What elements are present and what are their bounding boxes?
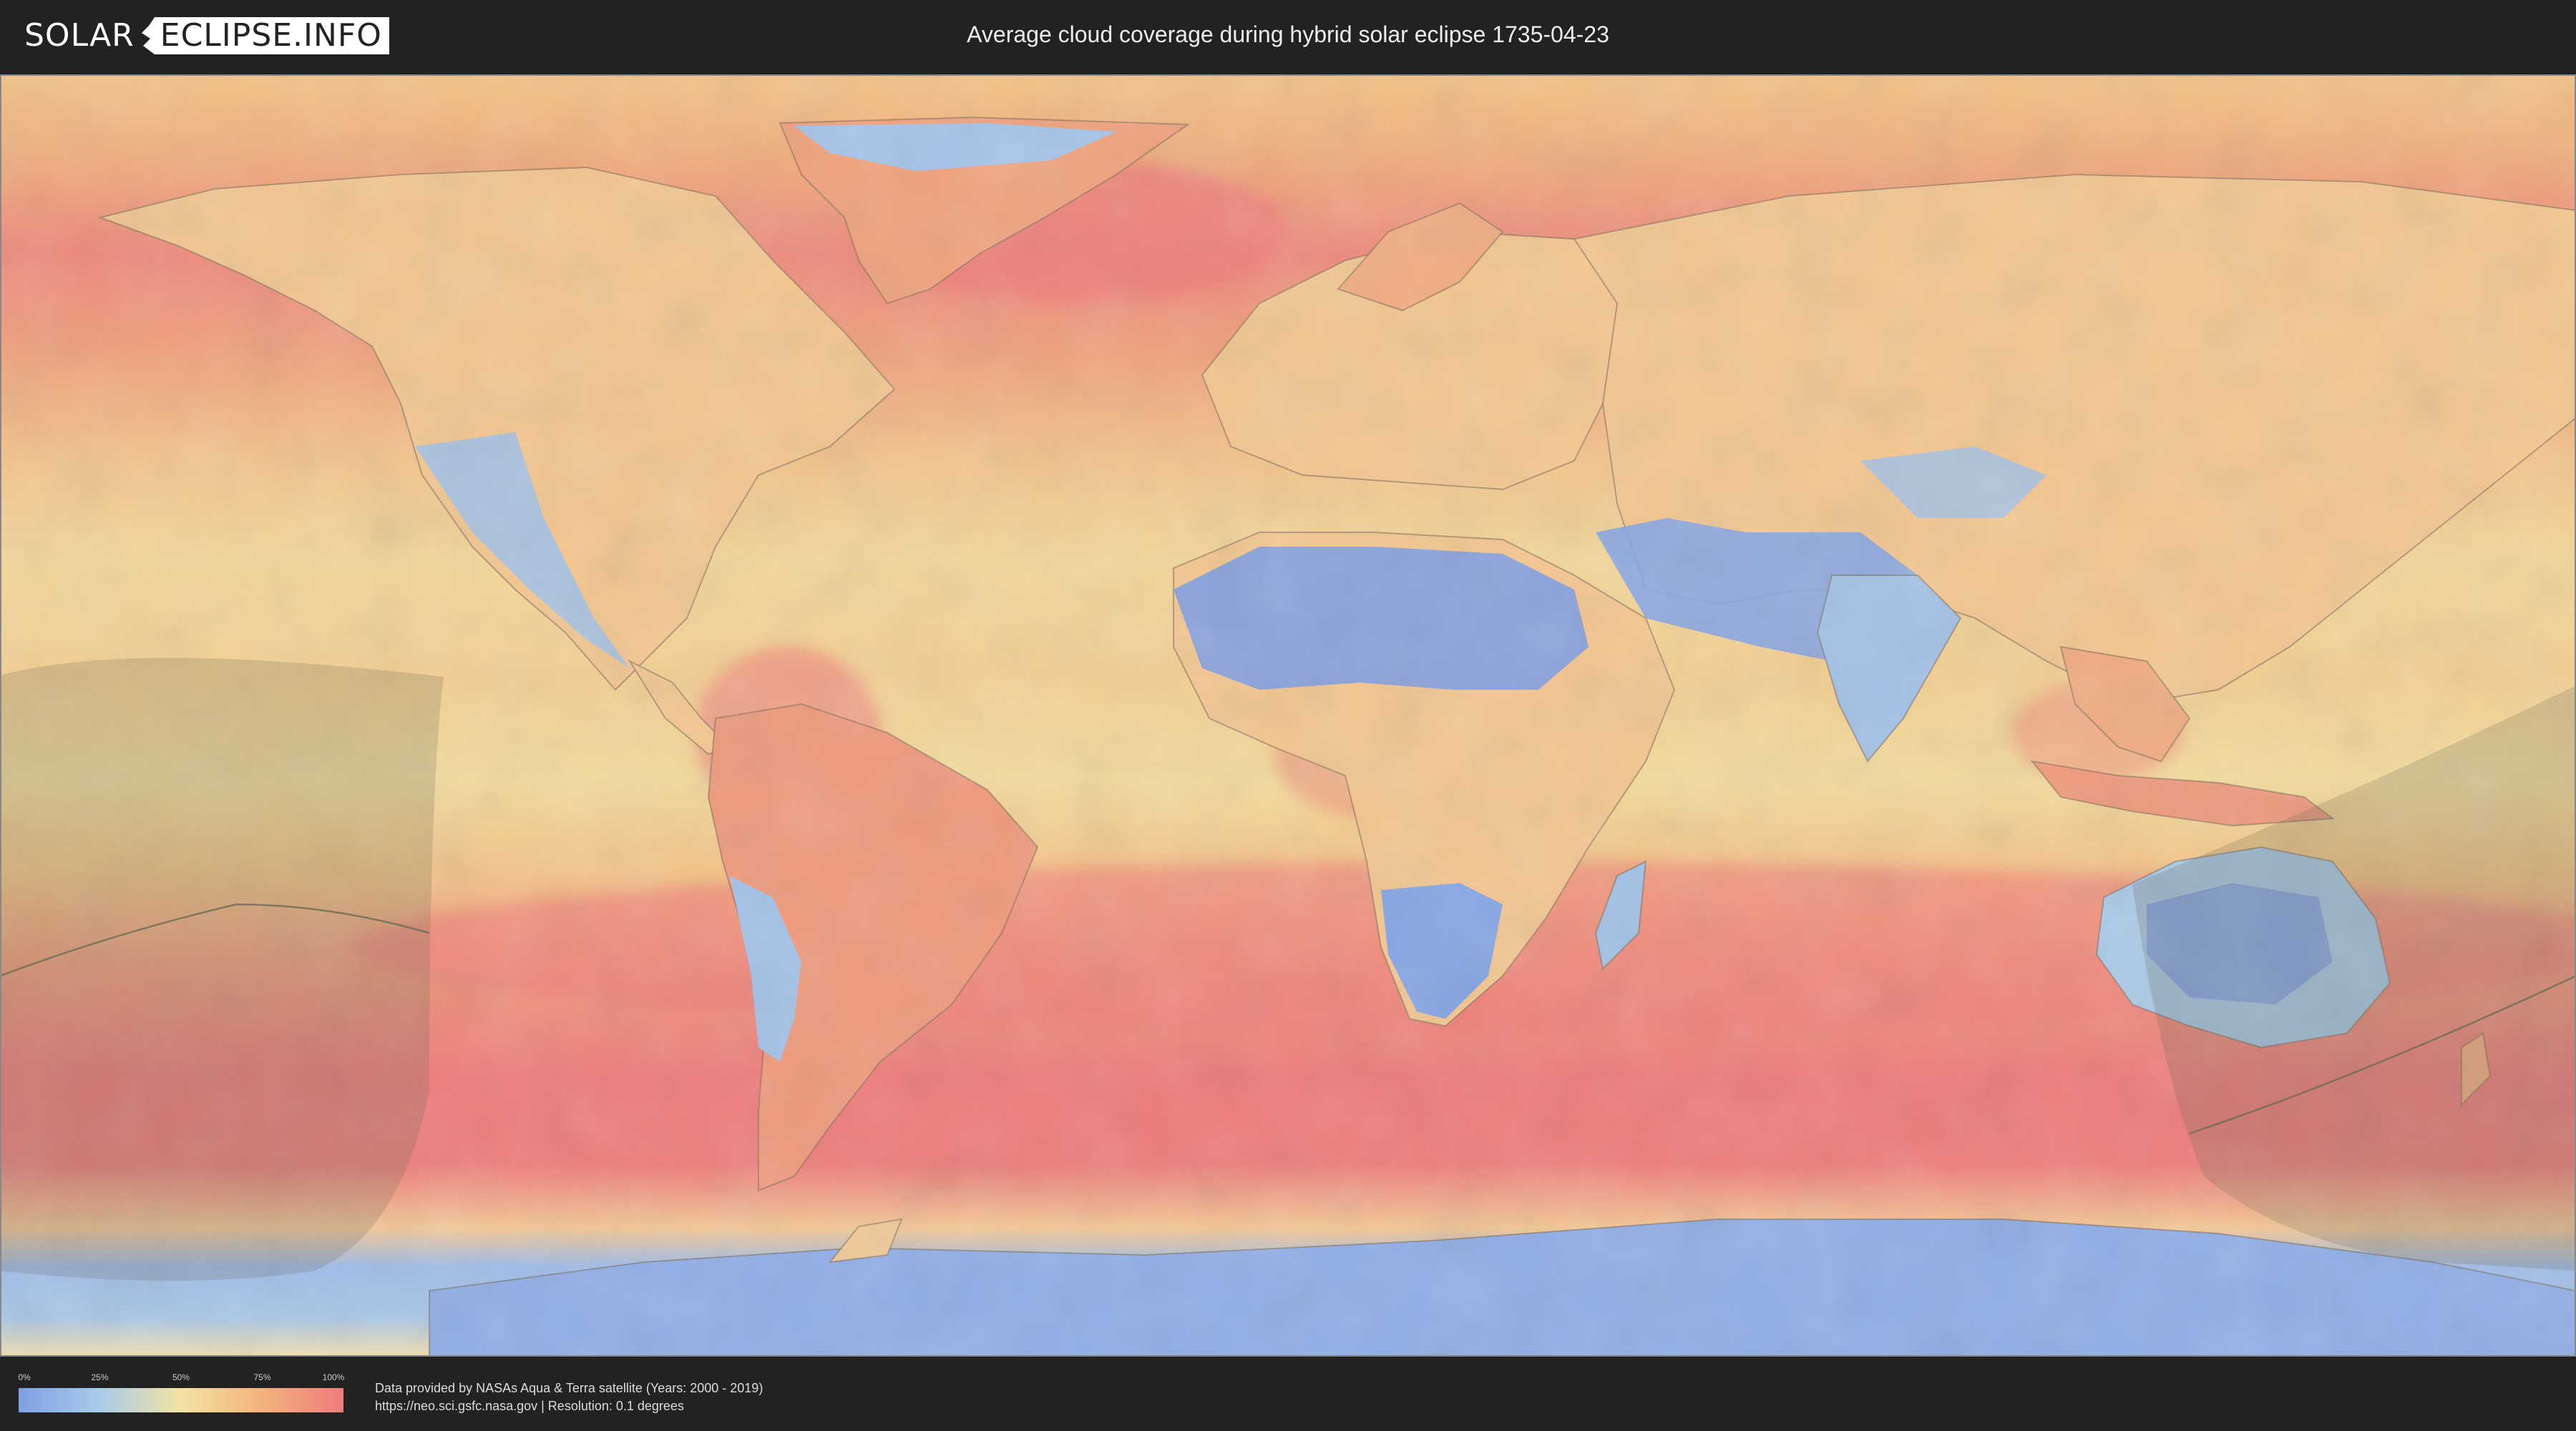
credits-line-1: Data provided by NASAs Aqua & Terra sate…: [375, 1381, 763, 1395]
header-bar: SOLAR ECLIPSE.INFO Average cloud coverag…: [0, 0, 2576, 72]
legend-tick-label: 25%: [91, 1372, 109, 1382]
cloud-coverage-map[interactable]: [0, 74, 2576, 1357]
legend-ticks: 0% 25% 50% 75% 100%: [18, 1372, 345, 1385]
credits-line-2[interactable]: https://neo.sci.gsfc.nasa.gov | Resoluti…: [375, 1397, 763, 1415]
data-credits: Data provided by NASAs Aqua & Terra sate…: [375, 1379, 763, 1415]
world-map-svg: [0, 74, 2576, 1357]
legend-tick-label: 50%: [172, 1372, 190, 1382]
legend-tick-label: 75%: [253, 1372, 271, 1382]
legend-tick-label: 0%: [18, 1372, 31, 1382]
footer-bar: 0% 25% 50% 75% 100% Data provided by NASAs A…: [0, 1357, 2576, 1431]
legend-tick-label: 100%: [322, 1372, 345, 1382]
page-title: Average cloud coverage during hybrid sol…: [967, 21, 1609, 47]
legend-color-bar: [19, 1388, 343, 1412]
eclipse-shadow-west: [0, 658, 444, 1281]
cloud-coverage-legend: 0% 25% 50% 75% 100%: [18, 1372, 345, 1412]
